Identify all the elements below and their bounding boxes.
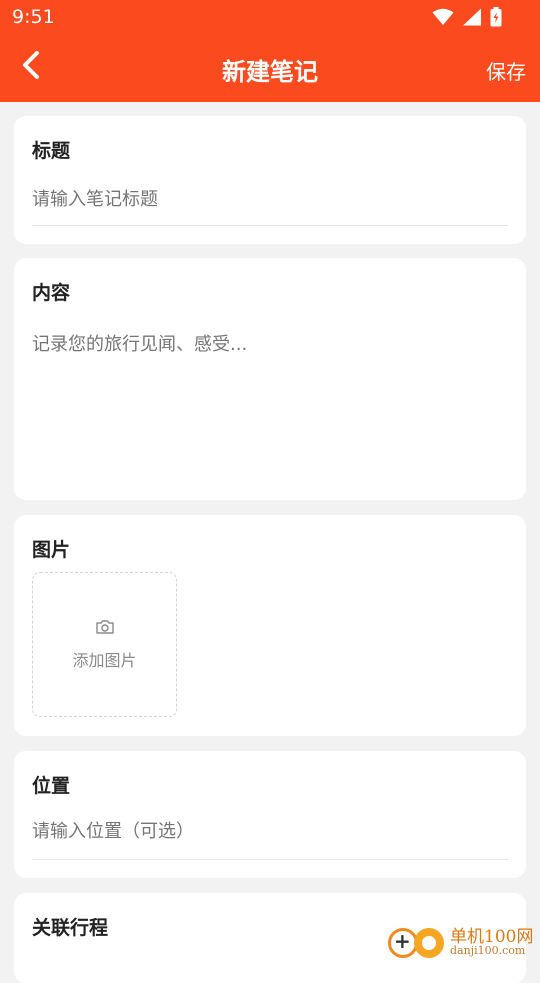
trip-label: 关联行程	[32, 913, 108, 940]
location-card: 位置	[14, 751, 526, 878]
page-title: 新建笔记	[0, 52, 540, 87]
status-time: 9:51	[12, 6, 55, 28]
location-input[interactable]	[32, 821, 508, 842]
app-bar: 新建笔记 保存	[0, 36, 540, 102]
content-label: 内容	[32, 278, 70, 305]
images-label: 图片	[32, 535, 70, 562]
save-button[interactable]: 保存	[486, 56, 526, 85]
add-image-label: 添加图片	[72, 647, 136, 671]
content-card: 内容	[14, 258, 526, 500]
header-bar: 9:51 新建笔记 保存	[0, 0, 540, 102]
add-image-button[interactable]: 添加图片	[32, 572, 177, 717]
signal-icon	[462, 8, 482, 30]
wifi-icon	[432, 8, 454, 30]
camera-icon	[95, 619, 115, 639]
location-underline	[32, 859, 508, 860]
watermark-ring-icon	[414, 928, 444, 958]
location-label: 位置	[32, 771, 70, 798]
battery-icon	[490, 7, 502, 31]
watermark-url: danji100.com	[450, 944, 525, 957]
status-icons	[432, 7, 502, 31]
watermark-plus-icon: +	[394, 929, 411, 953]
images-card: 图片 添加图片	[14, 515, 526, 736]
status-bar: 9:51	[0, 0, 540, 36]
title-label: 标题	[32, 136, 70, 163]
title-input[interactable]	[32, 189, 508, 210]
content-textarea[interactable]	[32, 330, 508, 480]
title-card: 标题	[14, 116, 526, 244]
watermark-logo: + 单机100网 danji100.com	[388, 914, 538, 960]
title-underline	[32, 225, 508, 226]
